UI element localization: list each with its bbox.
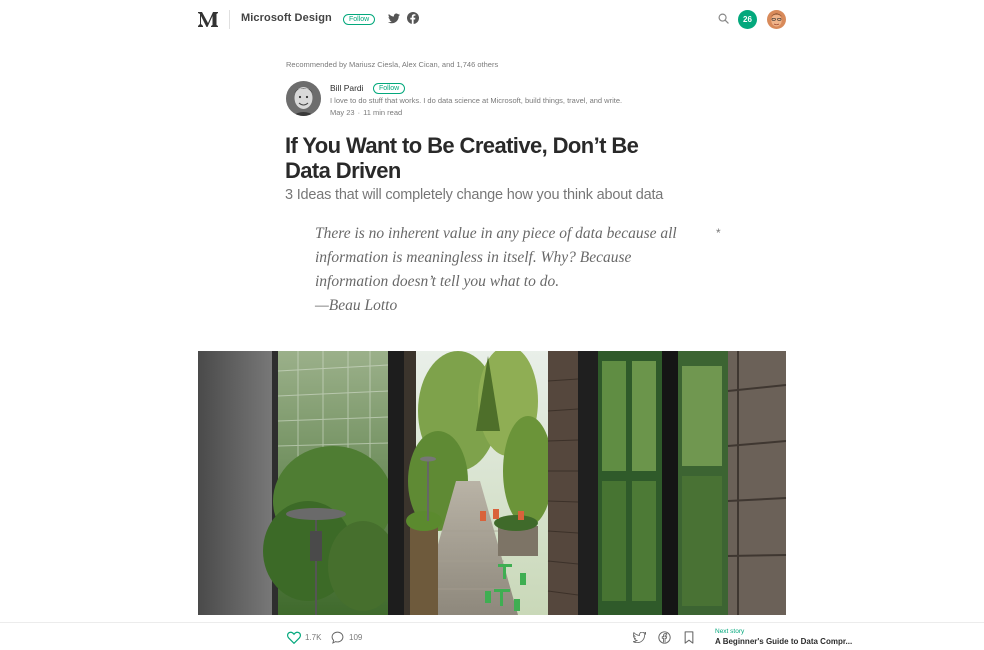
quote-marker: * <box>716 226 721 240</box>
facebook-icon[interactable] <box>658 631 671 644</box>
search-icon[interactable] <box>718 13 729 24</box>
speech-bubble-icon[interactable] <box>331 631 344 644</box>
heart-icon[interactable] <box>287 631 301 644</box>
top-navigation-bar: Microsoft Design Follow 26 <box>0 0 984 38</box>
recommended-by-text: Recommended by Mariusz Ciesla, Alex Cica… <box>286 60 499 69</box>
response-count[interactable]: 109 <box>349 633 362 642</box>
next-story-label: Next story <box>715 628 745 635</box>
twitter-icon[interactable] <box>388 13 400 24</box>
quote-attribution: —Beau Lotto <box>315 297 398 314</box>
next-story-link[interactable]: A Beginner's Guide to Data Compr... <box>715 637 852 646</box>
user-avatar[interactable] <box>767 10 786 29</box>
read-time: 11 min read <box>363 108 403 117</box>
quote-line-3: information doesn’t tell you what to do. <box>315 273 560 290</box>
article-subtitle: 3 Ideas that will completely change how … <box>285 187 664 203</box>
clap-count[interactable]: 1.7K <box>305 633 321 642</box>
article-title: If You Want to Be Creative, Don’t Be Dat… <box>285 133 705 183</box>
post-meta: May 23 · 11 min read <box>330 108 402 117</box>
bottom-action-bar: 1.7K 109 Next story A Beginner's Guide t… <box>0 622 984 650</box>
quote-line-2: information is meaningless in itself. Wh… <box>315 249 632 266</box>
article-title-line-2: Data Driven <box>285 158 401 183</box>
publication-name[interactable]: Microsoft Design <box>241 12 332 24</box>
author-name[interactable]: Bill Pardi <box>330 83 364 93</box>
author-avatar[interactable] <box>286 81 321 116</box>
article-title-line-1: If You Want to Be Creative, Don’t Be <box>285 133 639 158</box>
meta-separator: · <box>357 108 361 117</box>
quote-line-1: There is no inherent value in any piece … <box>315 225 677 242</box>
follow-publication-button[interactable]: Follow <box>343 14 376 25</box>
post-date[interactable]: May 23 <box>330 108 355 117</box>
follow-author-button[interactable]: Follow <box>373 83 406 94</box>
hero-image <box>198 351 786 615</box>
facebook-icon[interactable] <box>407 12 419 24</box>
medium-logo-icon[interactable] <box>197 10 219 28</box>
twitter-icon[interactable] <box>633 632 646 643</box>
header-divider <box>229 10 230 29</box>
bookmark-icon[interactable] <box>684 631 694 644</box>
notifications-badge[interactable]: 26 <box>738 10 757 29</box>
pull-quote: There is no inherent value in any piece … <box>315 222 715 318</box>
author-bio: I love to do stuff that works. I do data… <box>330 96 623 105</box>
